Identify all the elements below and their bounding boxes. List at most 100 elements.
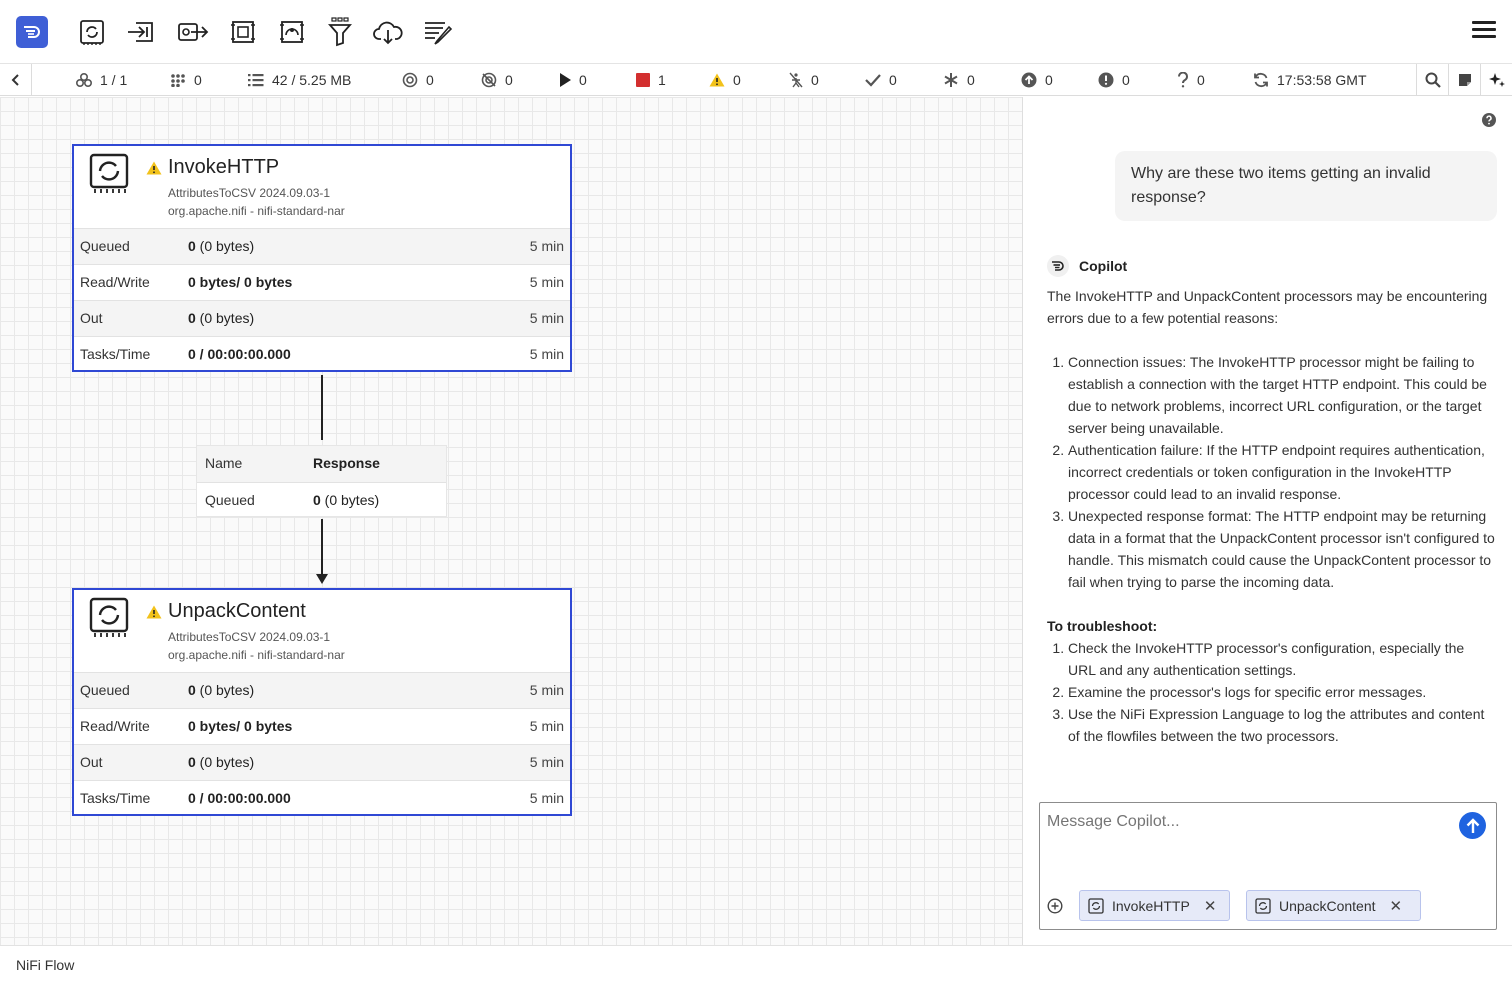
processor-stat-row: Queued 0 (0 bytes) 5 min (74, 228, 570, 264)
invalid-warning-icon[interactable] (146, 605, 162, 624)
processor-icon (88, 152, 132, 196)
sparkle-icon[interactable] (1488, 72, 1505, 88)
running-value: 0 (579, 72, 587, 88)
stat-label: Read/Write (80, 274, 150, 290)
processor-icon (88, 596, 132, 640)
remove-chip-close-icon[interactable]: ✕ (1390, 897, 1403, 915)
invalid-stat: 0 (709, 64, 741, 96)
connection-name-label: Name (205, 455, 243, 471)
collapse-navigation-button[interactable] (0, 64, 32, 96)
processor-invokehttp[interactable]: InvokeHTTP AttributesToCSV 2024.09.03-1 … (72, 144, 572, 372)
last-refresh-stat[interactable]: 17:53:58 GMT (1253, 64, 1367, 96)
import-cloud-icon[interactable] (370, 14, 406, 50)
exclamation-circle-icon (1098, 72, 1114, 88)
invalid-value: 0 (733, 72, 741, 88)
connection-queued-row: Queued 0 (0 bytes) (197, 482, 446, 518)
label-icon[interactable] (420, 14, 456, 50)
connection-queued-label: Queued (205, 492, 255, 508)
connection-queued-value: 0 (0 bytes) (313, 492, 380, 508)
chip-label: UnpackContent (1279, 897, 1376, 914)
processor-stat-row: Read/Write 0 bytes/ 0 bytes 5 min (74, 264, 570, 300)
flow-canvas[interactable]: InvokeHTTP AttributesToCSV 2024.09.03-1 … (0, 97, 1022, 945)
connection-line[interactable] (321, 519, 323, 575)
stat-label: Queued (80, 682, 130, 698)
transmitting-icon (402, 72, 418, 88)
message-input[interactable] (1047, 813, 1447, 831)
queued-value: 42 / 5.25 MB (272, 72, 352, 88)
add-context-button[interactable] (1047, 898, 1063, 919)
tasks-value: 0 (194, 72, 202, 88)
copilot-toggle-button[interactable] (1480, 64, 1512, 96)
stat-window: 5 min (529, 238, 564, 254)
stat-label: Tasks/Time (80, 790, 151, 806)
up-to-date-stat: 0 (865, 64, 897, 96)
stat-window: 5 min (529, 790, 564, 806)
stat-window: 5 min (529, 346, 564, 362)
not-transmitting-stat: 0 (481, 64, 513, 96)
context-chip[interactable]: UnpackContent ✕ (1246, 890, 1421, 921)
errors-stat: 0 (1098, 64, 1130, 96)
locally-modified-stat: 0 (943, 64, 975, 96)
top-toolbar (0, 0, 1512, 64)
stopped-stat: 1 (636, 64, 666, 96)
arrow-up-circle-icon (1021, 72, 1037, 88)
arrow-up-icon[interactable] (1466, 817, 1480, 834)
disabled-stat: 0 (789, 64, 819, 96)
last-refresh-value: 17:53:58 GMT (1277, 72, 1367, 88)
play-icon (560, 73, 571, 87)
copilot-response-body: The InvokeHTTP and UnpackContent process… (1047, 285, 1495, 747)
not-transmitting-icon (481, 72, 497, 88)
disabled-icon (789, 72, 803, 88)
help-icon[interactable] (1482, 113, 1496, 132)
asterisk-icon (944, 73, 958, 87)
disabled-value: 0 (811, 72, 819, 88)
processor-stat-row: Out 0 (0 bytes) 5 min (74, 300, 570, 336)
processor-stat-row: Queued 0 (0 bytes) 5 min (74, 672, 570, 708)
output-port-icon[interactable] (175, 14, 211, 50)
processor-stat-row: Out 0 (0 bytes) 5 min (74, 744, 570, 780)
transmitting-stat: 0 (402, 64, 434, 96)
refresh-icon[interactable] (1253, 72, 1269, 88)
locally-modified-value: 0 (967, 72, 975, 88)
running-stat: 0 (559, 64, 587, 96)
connection-line[interactable] (321, 375, 323, 440)
list-item: Unexpected response format: The HTTP end… (1068, 505, 1495, 593)
send-button[interactable] (1459, 812, 1486, 839)
not-transmitting-value: 0 (505, 72, 513, 88)
stat-value: 0 bytes/ 0 bytes (188, 274, 293, 290)
stat-value: 0 (0 bytes) (188, 682, 255, 698)
breadcrumb-bar: NiFi Flow (0, 945, 1512, 982)
response-intro: The InvokeHTTP and UnpackContent process… (1047, 288, 1488, 326)
process-group-icon[interactable] (225, 14, 261, 50)
remove-chip-close-icon[interactable]: ✕ (1204, 897, 1217, 915)
sticky-note-icon[interactable] (1458, 73, 1472, 87)
sync-failure-stat: 0 (1177, 64, 1205, 96)
stale-stat: 0 (1021, 64, 1053, 96)
nifi-logo[interactable] (16, 16, 48, 48)
stat-label: Out (80, 310, 103, 326)
input-port-icon[interactable] (123, 14, 159, 50)
stat-value: 0 bytes/ 0 bytes (188, 718, 293, 734)
invalid-warning-icon[interactable] (146, 161, 162, 180)
search-button[interactable] (1416, 64, 1448, 96)
processor-stat-row: Tasks/Time 0 / 00:00:00.000 5 min (74, 336, 570, 372)
processor-icon[interactable] (74, 14, 110, 50)
breadcrumb-root[interactable]: NiFi Flow (16, 957, 74, 973)
context-chip[interactable]: InvokeHTTP ✕ (1079, 890, 1230, 921)
flow-config-button[interactable] (1448, 64, 1480, 96)
stat-label: Queued (80, 238, 130, 254)
funnel-icon[interactable] (322, 14, 358, 50)
stat-window: 5 min (529, 274, 564, 290)
processor-unpackcontent[interactable]: UnpackContent AttributesToCSV 2024.09.03… (72, 588, 572, 816)
remote-process-group-icon[interactable] (274, 14, 310, 50)
processor-stat-row: Read/Write 0 bytes/ 0 bytes 5 min (74, 708, 570, 744)
connection-label[interactable]: Name Response Queued 0 (0 bytes) (196, 445, 447, 517)
plus-circle-icon[interactable] (1047, 898, 1063, 914)
search-icon[interactable] (1425, 72, 1441, 88)
reasons-list: Connection issues: The InvokeHTTP proces… (1068, 351, 1495, 593)
processor-header: UnpackContent AttributesToCSV 2024.09.03… (74, 590, 570, 672)
main-menu-button[interactable] (1472, 18, 1496, 46)
stat-value: 0 / 00:00:00.000 (188, 346, 291, 362)
processor-bundle: org.apache.nifi - nifi-standard-nar (168, 648, 345, 662)
threads-icon (76, 73, 92, 87)
